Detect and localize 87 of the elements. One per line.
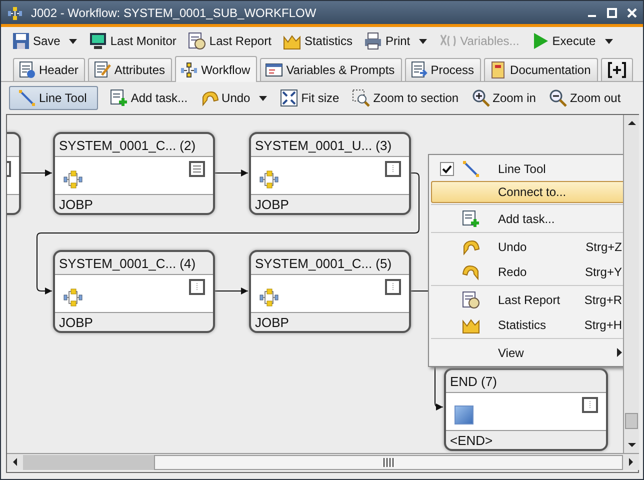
monitor-icon [89, 32, 108, 50]
menu-item[interactable]: Statistics Strg+H [431, 312, 623, 337]
plus-in-brackets-icon [608, 62, 626, 78]
canvas-toolbar-button[interactable]: Zoom in [466, 87, 541, 109]
line-tool-icon [462, 160, 480, 178]
toolbar-button[interactable]: Statistics [278, 30, 358, 52]
toolbar-button[interactable]: Last Report [183, 30, 276, 52]
workflow-icon [180, 60, 198, 78]
canvas-toolbar-button[interactable]: Undo [196, 87, 272, 109]
workflow-icon [259, 287, 279, 307]
node-type: <END> [450, 432, 493, 448]
workflow-icon [259, 169, 279, 189]
undo-icon [200, 89, 219, 107]
tab[interactable]: Attributes [88, 58, 172, 81]
node-title: SYSTEM_0001_C... (2) [59, 138, 196, 152]
workflow-node[interactable]: END (7) <END> [444, 368, 608, 451]
grip-icon [382, 458, 394, 466]
small-square-icon[interactable] [385, 161, 401, 177]
canvas-toolbar-button[interactable]: Zoom out [544, 87, 626, 109]
tab[interactable]: Header [13, 58, 86, 81]
toolbar-button[interactable]: Print [359, 30, 432, 52]
zoom-in-icon [472, 89, 490, 107]
variables-icon [265, 61, 284, 79]
node-title: SYSTEM_0001_U... (3) [255, 138, 392, 152]
tab[interactable]: Workflow [175, 56, 258, 82]
add-tab-button[interactable] [600, 58, 633, 81]
document-arrow-icon [410, 61, 428, 79]
scrollbar-thumb[interactable] [625, 413, 638, 429]
workflow-node[interactable]: SYSTEM_0001_C... (5) JOBP [249, 250, 411, 333]
menu-item[interactable]: View [431, 340, 623, 365]
node-type: JOBP [255, 314, 289, 330]
node-title: END (7) [450, 374, 497, 388]
toolbar-button[interactable]: Save [7, 30, 82, 52]
end-square-icon [454, 405, 474, 425]
report-clock-icon [188, 32, 206, 50]
redo-icon [462, 262, 480, 280]
note-icon[interactable] [189, 161, 205, 177]
play-icon [531, 32, 550, 50]
small-square-icon[interactable] [189, 279, 205, 295]
node-type: JOBP [59, 314, 93, 330]
add-task-icon [462, 210, 480, 228]
tab[interactable]: Documentation [484, 58, 598, 81]
zoom-out-icon [548, 89, 567, 107]
node-type: JOBP [255, 196, 289, 212]
document-pencil-icon [93, 61, 112, 79]
vertical-scrollbar[interactable] [623, 115, 639, 453]
node-title: SYSTEM_0001_C... (4) [59, 256, 196, 270]
close-icon[interactable] [627, 8, 637, 18]
printer-icon [364, 32, 382, 50]
scrollbar-thumb[interactable] [154, 454, 623, 470]
canvas-toolbar-button[interactable]: Zoom to section [347, 87, 464, 109]
canvas-toolbar-button[interactable]: Add task... [104, 87, 193, 109]
menu-item[interactable]: Redo Strg+Y [431, 259, 623, 284]
menu-item[interactable]: Connect to... [431, 181, 623, 203]
node-type: JOBP [59, 196, 93, 212]
undo-icon [462, 238, 480, 256]
canvas-toolbar-button[interactable]: Fit size [275, 87, 344, 109]
document-info-icon [18, 61, 36, 79]
small-square-icon[interactable] [385, 279, 401, 295]
horizontal-scrollbar[interactable] [7, 453, 639, 470]
workflow-node[interactable]: SYSTEM_0001_U... (3) JOBP [249, 132, 411, 215]
menu-item[interactable]: Line Tool [431, 156, 623, 181]
workflow-node[interactable]: SYSTEM_0001_C... (4) JOBP [53, 250, 215, 333]
small-square-icon[interactable] [582, 397, 598, 413]
submenu-arrow-icon [617, 348, 622, 357]
workflow-icon [63, 287, 83, 307]
tab[interactable]: Variables & Prompts [260, 58, 402, 81]
menu-item[interactable]: Add task... [431, 206, 623, 231]
connector-line [410, 290, 428, 292]
window-title: J002 - Workflow: SYSTEM_0001_SUB_WORKFLOW [31, 6, 318, 20]
toolbar-button[interactable]: Last Monitor [84, 30, 182, 52]
fit-size-icon [280, 89, 298, 107]
node-title: SYSTEM_0001_C... (5) [255, 256, 392, 270]
line-tool-icon [18, 89, 36, 107]
zoom-section-icon [352, 89, 370, 107]
menu-item[interactable]: Last Report Strg+R [431, 287, 623, 312]
toolbar-button[interactable]: Execute [526, 30, 618, 52]
maximize-icon[interactable] [607, 8, 617, 18]
report-clock-icon [462, 290, 480, 308]
tab[interactable]: Process [404, 58, 482, 81]
add-task-icon [110, 89, 128, 107]
book-icon [489, 61, 508, 79]
workflow-icon [63, 169, 83, 189]
canvas-toolbar-button[interactable]: Line Tool [9, 86, 98, 110]
workflow-icon [7, 4, 23, 20]
workflow-node[interactable]: SYSTEM_0001_C... (2) JOBP [53, 132, 215, 215]
menu-item[interactable]: Undo Strg+Z [431, 234, 623, 259]
